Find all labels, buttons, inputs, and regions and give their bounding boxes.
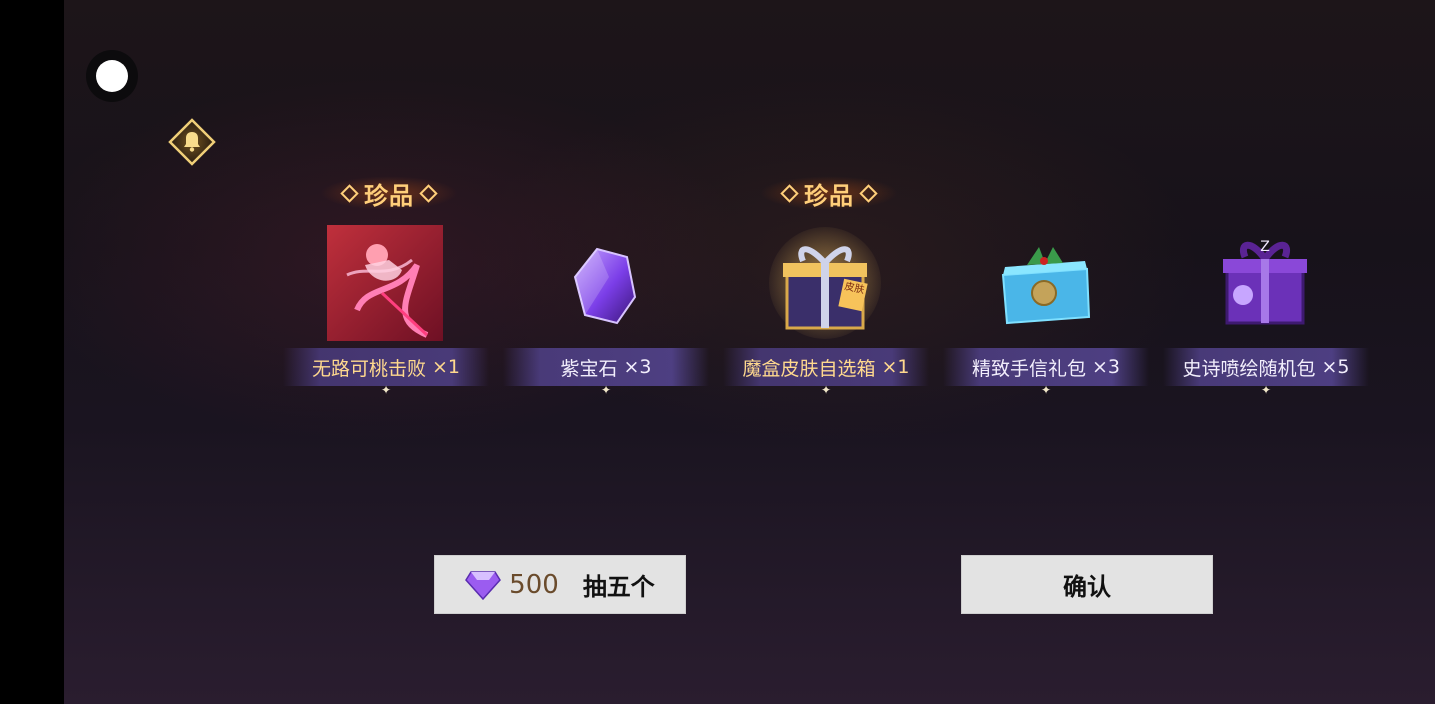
reward-item-3[interactable]: 皮肤 — [767, 225, 883, 341]
skin-chest-icon: 皮肤 — [769, 227, 881, 339]
skin-effect-icon — [327, 225, 443, 341]
reward-name: 魔盒皮肤自选箱 — [742, 357, 876, 380]
reward-label: 史诗喷绘随机包 ×5 — [1163, 348, 1369, 386]
reward-label: 精致手信礼包 ×3 — [943, 348, 1149, 386]
diamond-ornament-icon — [340, 183, 359, 203]
rare-badge-label: 珍品 — [804, 181, 854, 210]
reward-label: 紫宝石 ×3 — [503, 348, 709, 386]
reward-item-2[interactable] — [547, 225, 663, 341]
diamond-ornament-icon — [780, 183, 799, 203]
left-black-bar — [0, 0, 64, 704]
purple-gift-icon: Z — [1223, 239, 1307, 325]
reward-qty: ×5 — [1321, 356, 1350, 378]
reward-name: 精致手信礼包 — [971, 357, 1086, 380]
purple-gem-icon — [465, 570, 502, 600]
blue-gift-icon — [1001, 247, 1091, 325]
reward-name: 紫宝石 — [560, 357, 618, 380]
camera-cutout-icon — [86, 50, 138, 102]
reward-qty: ×3 — [1092, 356, 1121, 378]
reward-label: 无路可桃击败 ×1 — [283, 348, 489, 386]
rare-badge-label: 珍品 — [364, 181, 414, 210]
reward-name: 史诗喷绘随机包 — [1182, 357, 1316, 380]
purple-gem-icon — [573, 247, 637, 325]
reward-item-5[interactable]: Z — [1207, 225, 1323, 341]
confirm-button[interactable]: 确认 — [961, 555, 1213, 614]
diamond-ornament-icon — [859, 183, 878, 203]
reward-item-4[interactable] — [987, 225, 1103, 341]
reward-qty: ×1 — [881, 356, 910, 378]
draw-five-button[interactable]: 500 抽五个 — [434, 555, 686, 614]
reward-qty: ×1 — [432, 356, 461, 378]
reward-item-1[interactable] — [327, 225, 443, 341]
draw-label: 抽五个 — [582, 573, 655, 601]
confirm-label: 确认 — [1063, 573, 1111, 601]
reward-name: 无路可桃击败 — [311, 357, 426, 380]
rare-badge: 珍品 — [320, 176, 458, 210]
svg-text:Z: Z — [1260, 239, 1270, 255]
rare-badge: 珍品 — [760, 176, 898, 210]
draw-price: 500 — [509, 569, 559, 600]
bell-icon[interactable] — [168, 118, 216, 166]
diamond-ornament-icon — [419, 183, 438, 203]
reward-label: 魔盒皮肤自选箱 ×1 — [723, 348, 929, 386]
reward-qty: ×3 — [623, 356, 652, 378]
